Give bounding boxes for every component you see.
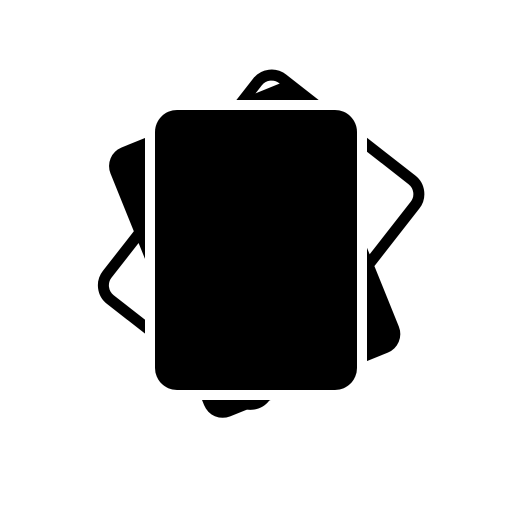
front-card [155,110,357,390]
card-stack-icon [97,69,425,418]
icon-canvas [0,0,512,512]
